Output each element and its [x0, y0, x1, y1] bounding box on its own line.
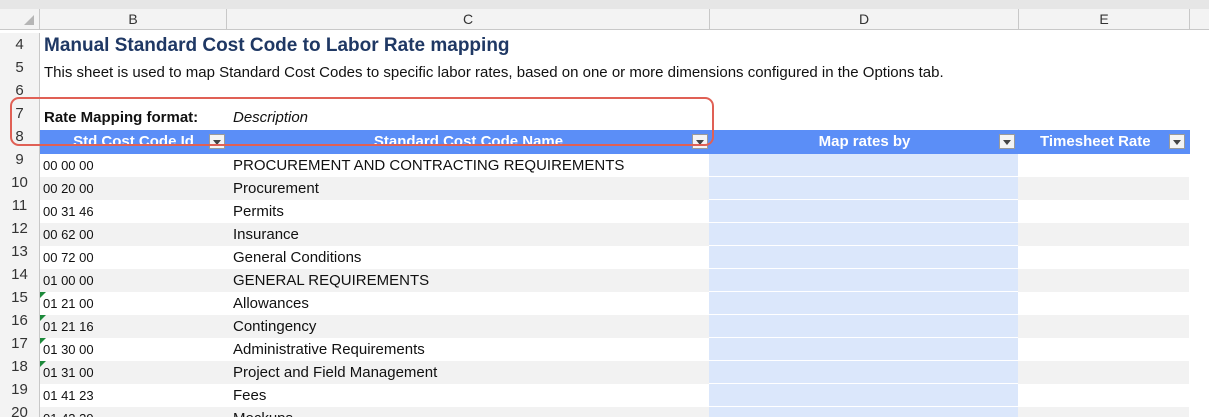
error-indicator-icon[interactable] [40, 361, 46, 367]
table-row: 01 31 00 Project and Field Management [40, 361, 1189, 384]
table-row: 01 43 39Mockups [40, 407, 1189, 417]
table-row: 01 00 00 GENERAL REQUIREMENTS [40, 269, 1189, 292]
cell-timesheet-rate[interactable] [1018, 384, 1189, 407]
cell-map-rates-by[interactable] [709, 177, 1018, 200]
row-header[interactable]: 10 [0, 171, 40, 194]
row-header[interactable]: 4 [0, 33, 40, 56]
table-header-label: Timesheet Rate [1040, 133, 1151, 150]
table-row: 01 30 00 Administrative Requirements [40, 338, 1189, 361]
cell-std-cost-code-id[interactable]: 01 43 39 [40, 407, 226, 417]
cell-timesheet-rate[interactable] [1018, 361, 1189, 384]
cell-timesheet-rate[interactable] [1018, 200, 1189, 223]
error-indicator-icon[interactable] [40, 338, 46, 344]
column-header-bar: B C D E [0, 0, 1209, 30]
cell-standard-cost-code-name[interactable]: PROCUREMENT AND CONTRACTING REQUIREMENTS [226, 154, 709, 177]
table-row: 00 00 00 PROCUREMENT AND CONTRACTING REQU… [40, 154, 1189, 177]
table-header-map-rates-by[interactable]: Map rates by [710, 130, 1019, 154]
table-row: 00 72 00 General Conditions [40, 246, 1189, 269]
cell-map-rates-by[interactable] [709, 361, 1018, 384]
row-header[interactable]: 15 [0, 286, 40, 309]
row-header[interactable]: 18 [0, 355, 40, 378]
column-header-b[interactable]: B [40, 9, 227, 30]
table-row: 00 62 00 Insurance [40, 223, 1189, 246]
cell-timesheet-rate[interactable] [1018, 315, 1189, 338]
cell-timesheet-rate[interactable] [1018, 177, 1189, 200]
row-header[interactable]: 9 [0, 148, 40, 171]
cell-standard-cost-code-name[interactable]: Fees [226, 384, 709, 407]
cell-timesheet-rate[interactable] [1018, 338, 1189, 361]
cell-std-cost-code-id[interactable]: 01 31 00 [40, 361, 226, 384]
table-row: 00 20 00 Procurement [40, 177, 1189, 200]
table-row: 00 31 46 Permits [40, 200, 1189, 223]
table-row: 01 41 23 Fees [40, 384, 1189, 407]
cell-std-cost-code-id[interactable]: 00 31 46 [40, 200, 226, 223]
row-header[interactable]: 20 [0, 401, 40, 417]
cell-standard-cost-code-name[interactable]: Project and Field Management [226, 361, 709, 384]
cell-standard-cost-code-name[interactable]: Allowances [226, 292, 709, 315]
table-row: 01 21 16 Contingency [40, 315, 1189, 338]
cell-std-cost-code-id[interactable]: 01 21 16 [40, 315, 226, 338]
cell-std-cost-code-id[interactable]: 01 41 23 [40, 384, 226, 407]
column-header-d[interactable]: D [710, 9, 1019, 30]
cell-std-cost-code-id[interactable]: 01 21 00 [40, 292, 226, 315]
cell-map-rates-by[interactable] [709, 223, 1018, 246]
select-all-triangle-icon [24, 15, 34, 25]
annotation-highlight-box [10, 97, 714, 146]
row-header[interactable]: 19 [0, 378, 40, 401]
cell-timesheet-rate[interactable] [1018, 269, 1189, 292]
filter-dropdown-icon[interactable] [999, 134, 1015, 149]
cell-map-rates-by[interactable] [709, 384, 1018, 407]
cell-timesheet-rate[interactable] [1018, 223, 1189, 246]
row-header[interactable]: 13 [0, 240, 40, 263]
cell-std-cost-code-id[interactable]: 00 72 00 [40, 246, 226, 269]
select-all-corner[interactable] [0, 9, 40, 30]
table-header-label: Map rates by [818, 133, 911, 150]
column-header-e[interactable]: E [1019, 9, 1190, 30]
cell-standard-cost-code-name[interactable]: GENERAL REQUIREMENTS [226, 269, 709, 292]
row-header[interactable]: 12 [0, 217, 40, 240]
row-header[interactable]: 17 [0, 332, 40, 355]
cell-map-rates-by[interactable] [709, 315, 1018, 338]
sheet-title[interactable]: Manual Standard Cost Code to Labor Rate … [44, 35, 510, 57]
sheet-description[interactable]: This sheet is used to map Standard Cost … [44, 64, 944, 81]
row-header[interactable]: 5 [0, 56, 40, 79]
error-indicator-icon[interactable] [40, 315, 46, 321]
ribbon-edge [0, 0, 1209, 9]
cell-standard-cost-code-name[interactable]: Insurance [226, 223, 709, 246]
cell-standard-cost-code-name[interactable]: General Conditions [226, 246, 709, 269]
filter-dropdown-icon[interactable] [1169, 134, 1185, 149]
row-header[interactable]: 16 [0, 309, 40, 332]
cell-map-rates-by[interactable] [709, 154, 1018, 177]
cell-std-cost-code-id[interactable]: 00 20 00 [40, 177, 226, 200]
cell-map-rates-by[interactable] [709, 246, 1018, 269]
cell-map-rates-by[interactable] [709, 269, 1018, 292]
row-header[interactable]: 14 [0, 263, 40, 286]
row-header[interactable]: 11 [0, 194, 40, 217]
table-header-timesheet-rate[interactable]: Timesheet Rate [1019, 130, 1190, 154]
cell-map-rates-by[interactable] [709, 200, 1018, 223]
cell-standard-cost-code-name[interactable]: Mockups [226, 407, 709, 417]
cell-standard-cost-code-name[interactable]: Administrative Requirements [226, 338, 709, 361]
cell-map-rates-by[interactable] [709, 292, 1018, 315]
cell-map-rates-by[interactable] [709, 338, 1018, 361]
cell-std-cost-code-id[interactable]: 00 62 00 [40, 223, 226, 246]
error-indicator-icon[interactable] [40, 292, 46, 298]
cell-std-cost-code-id[interactable]: 00 00 00 [40, 154, 226, 177]
cell-timesheet-rate[interactable] [1018, 292, 1189, 315]
cell-standard-cost-code-name[interactable]: Procurement [226, 177, 709, 200]
cell-std-cost-code-id[interactable]: 01 00 00 [40, 269, 226, 292]
column-header-c[interactable]: C [227, 9, 710, 30]
cell-timesheet-rate[interactable] [1018, 407, 1189, 417]
cell-std-cost-code-id[interactable]: 01 30 00 [40, 338, 226, 361]
cell-standard-cost-code-name[interactable]: Contingency [226, 315, 709, 338]
cell-map-rates-by[interactable] [709, 407, 1018, 417]
cell-timesheet-rate[interactable] [1018, 154, 1189, 177]
cell-standard-cost-code-name[interactable]: Permits [226, 200, 709, 223]
column-header-next[interactable] [1190, 9, 1209, 30]
table-row: 01 21 00 Allowances [40, 292, 1189, 315]
cell-timesheet-rate[interactable] [1018, 246, 1189, 269]
